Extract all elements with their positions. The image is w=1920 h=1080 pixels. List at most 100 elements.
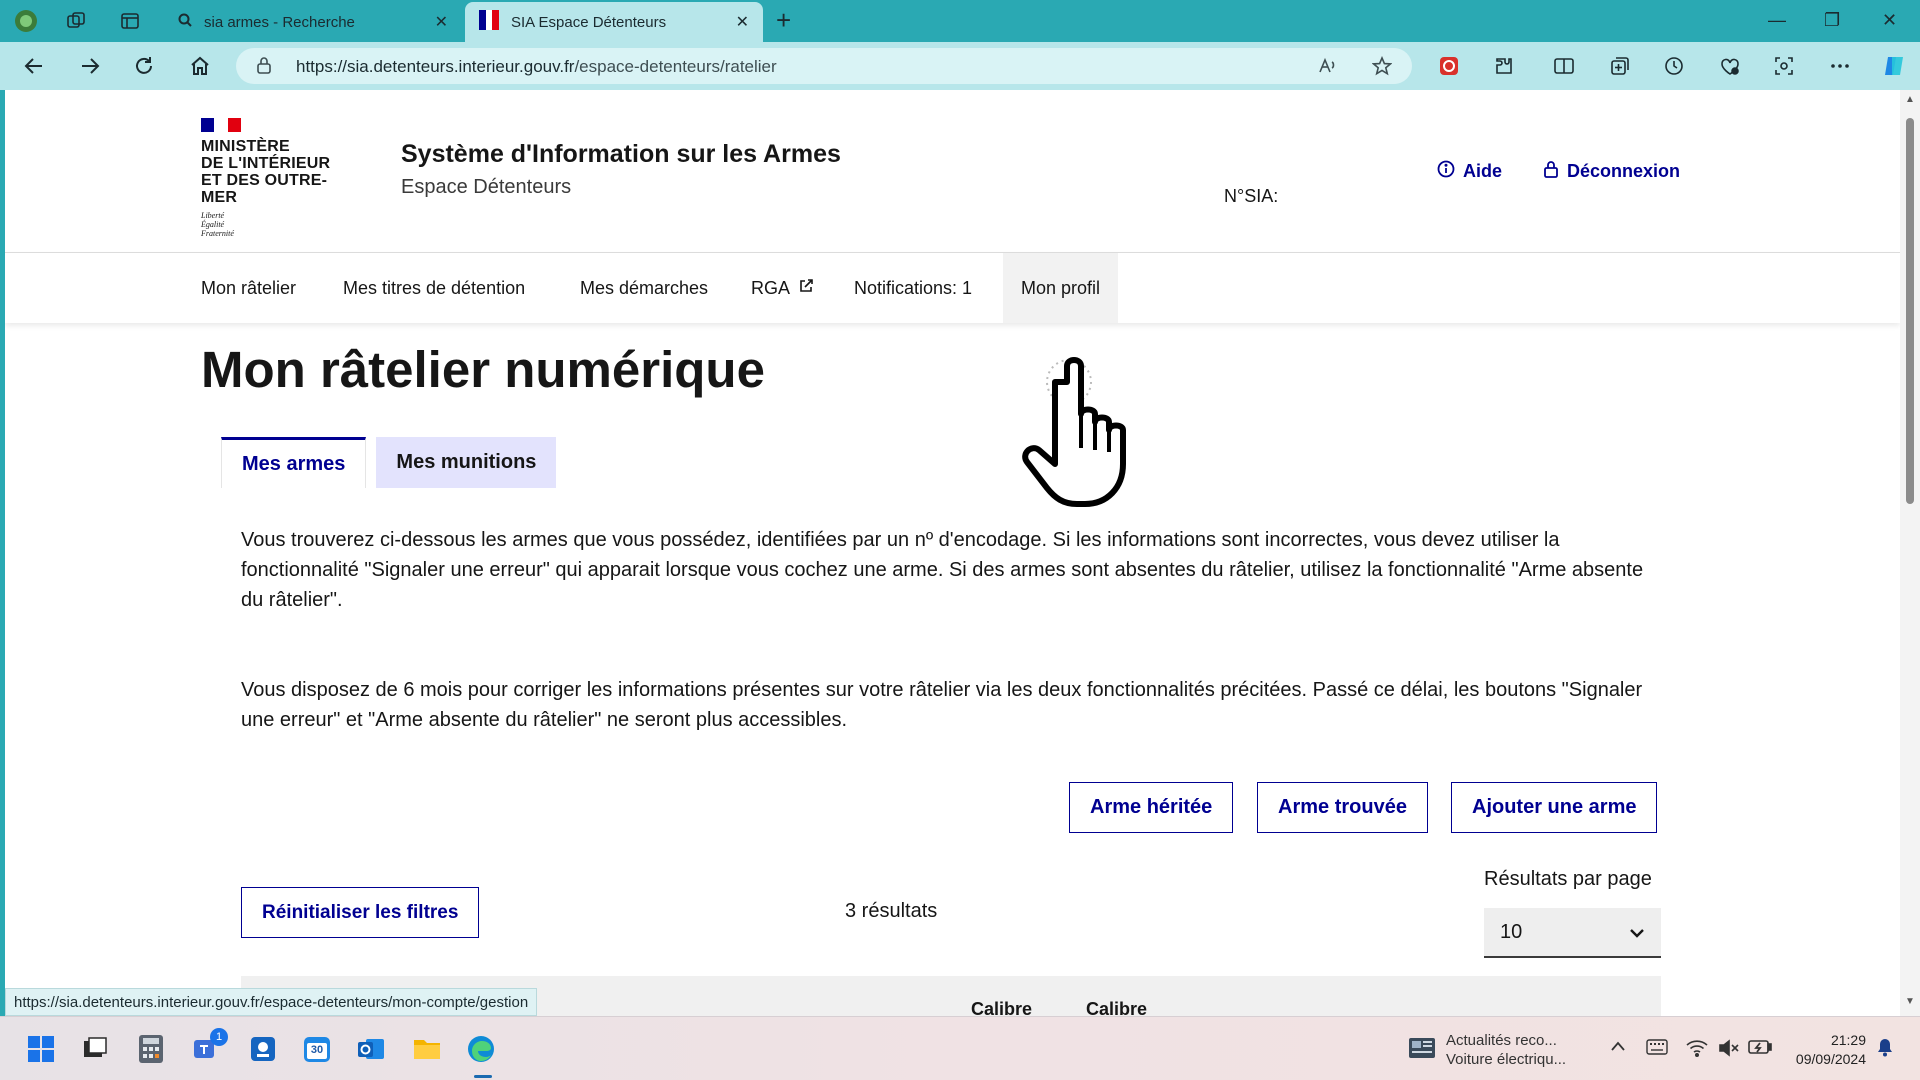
back-icon[interactable]: [20, 52, 48, 80]
show-hidden-icons-chevron-icon[interactable]: [1610, 1039, 1626, 1056]
scroll-up-arrow-icon[interactable]: ▲: [1905, 94, 1915, 105]
refresh-icon[interactable]: [130, 52, 158, 80]
more-options-icon[interactable]: [1826, 52, 1854, 80]
extensions-puzzle-icon[interactable]: [1490, 52, 1518, 80]
photos-app-icon[interactable]: [246, 1032, 280, 1066]
deadline-paragraph: Vous disposez de 6 mois pour corriger le…: [241, 679, 1643, 731]
browser-toolbar: https://sia.detenteurs.interieur.gouv.fr…: [0, 42, 1920, 90]
nav-item-profil[interactable]: Mon profil: [1003, 253, 1119, 323]
scrollbar-thumb[interactable]: [1906, 118, 1914, 504]
site-title[interactable]: Système d'Information sur les Armes: [401, 140, 841, 169]
news-title: Actualités reco...: [1446, 1032, 1557, 1049]
calculator-icon[interactable]: [134, 1032, 168, 1066]
search-icon: [178, 13, 192, 31]
news-widget[interactable]: Actualités reco... Voiture électriqu...: [1408, 1031, 1566, 1069]
chevron-down-icon: [1629, 921, 1645, 944]
volume-muted-icon[interactable]: [1718, 1039, 1740, 1061]
scroll-down-arrow-icon[interactable]: ▼: [1905, 996, 1915, 1007]
browser-tab-search[interactable]: sia armes - Recherche ✕: [164, 2, 462, 42]
calendar-day: 30: [310, 1044, 324, 1056]
link-status-url: https://sia.detenteurs.interieur.gouv.fr…: [5, 988, 538, 1016]
reset-filters-button[interactable]: Réinitialiser les filtres: [241, 887, 480, 938]
content-tabs: Mes armes Mes munitions: [221, 437, 557, 488]
browser-tab-sia[interactable]: SIA Espace Détenteurs ✕: [465, 2, 763, 42]
history-icon[interactable]: [1660, 52, 1688, 80]
edge-browser-icon[interactable]: [464, 1032, 498, 1066]
arme-heritee-button[interactable]: Arme héritée: [1069, 782, 1234, 833]
page-title: Mon râtelier numérique: [201, 341, 765, 398]
close-tab-icon[interactable]: ✕: [736, 12, 749, 32]
per-page-value: 10: [1500, 920, 1523, 943]
forward-icon[interactable]: [76, 52, 104, 80]
split-screen-icon[interactable]: [1550, 52, 1578, 80]
windows-taskbar: 1 30 Actualités reco... Voiture électriq…: [0, 1016, 1920, 1080]
sia-number-label: N°SIA:: [1224, 186, 1279, 206]
nav-item-titres[interactable]: Mes titres de détention: [343, 253, 525, 323]
task-view-icon[interactable]: [78, 1032, 112, 1066]
nav-item-rga[interactable]: RGA: [751, 253, 814, 323]
system-clock[interactable]: 21:29 09/09/2024: [1786, 1031, 1866, 1069]
windows-start-icon[interactable]: [24, 1032, 58, 1066]
extension-shield-icon[interactable]: [1435, 52, 1463, 80]
screenshot-icon[interactable]: [1770, 52, 1798, 80]
minimize-icon[interactable]: —: [1768, 10, 1786, 31]
ajouter-arme-button[interactable]: Ajouter une arme: [1451, 782, 1658, 833]
battery-charging-icon[interactable]: [1748, 1039, 1772, 1059]
info-icon: [1437, 160, 1455, 183]
tab-mes-armes[interactable]: Mes armes: [221, 437, 367, 488]
restore-icon[interactable]: ❐: [1824, 10, 1840, 31]
close-tab-icon[interactable]: ✕: [435, 12, 448, 32]
hand-pointer-cursor-icon: [1022, 357, 1126, 507]
nav-item-ratelier[interactable]: Mon râtelier: [201, 253, 296, 323]
lock-icon[interactable]: [256, 56, 272, 79]
site-subtitle: Espace Détenteurs: [401, 176, 572, 198]
home-icon[interactable]: [186, 52, 214, 80]
wifi-icon[interactable]: [1686, 1039, 1708, 1061]
file-explorer-icon[interactable]: [410, 1032, 444, 1066]
notification-bell-icon[interactable]: [1876, 1037, 1894, 1061]
tab-mes-munitions[interactable]: Mes munitions: [376, 437, 557, 488]
copilot-icon[interactable]: [1880, 52, 1908, 80]
news-subtitle: Voiture électriqu...: [1446, 1051, 1567, 1068]
close-window-icon[interactable]: ✕: [1882, 10, 1897, 31]
external-link-icon: [798, 278, 814, 299]
favorite-star-icon[interactable]: [1371, 55, 1393, 81]
workspaces-icon[interactable]: [64, 9, 88, 33]
column-header-calibre[interactable]: Calibre: [971, 999, 1032, 1016]
nav-item-demarches[interactable]: Mes démarches: [580, 253, 708, 323]
url-path: /espace-detenteurs/ratelier: [574, 57, 777, 76]
republic-motto: Liberté Égalité Fraternité: [201, 211, 234, 238]
profile-avatar-icon[interactable]: [14, 9, 38, 33]
collections-icon[interactable]: [1606, 52, 1634, 80]
nav-item-notifications[interactable]: Notifications: 1: [854, 253, 972, 323]
arme-trouvee-button[interactable]: Arme trouvée: [1257, 782, 1428, 833]
republic-flag-icon: [201, 118, 241, 132]
browser-essentials-icon[interactable]: [1716, 52, 1744, 80]
news-icon: [1408, 1036, 1436, 1065]
teams-chat-icon[interactable]: 1: [190, 1028, 228, 1066]
clock-time: 21:29: [1830, 1032, 1866, 1048]
main-navigation: Mon râtelier Mes titres de détention Mes…: [5, 253, 1900, 323]
tab-actions-icon[interactable]: [118, 9, 142, 33]
read-aloud-icon[interactable]: [1318, 56, 1338, 81]
logout-label: Déconnexion: [1567, 161, 1681, 181]
url-host: https://sia.detenteurs.interieur.gouv.fr: [296, 57, 575, 76]
new-tab-button[interactable]: +: [776, 7, 791, 33]
ministry-logo[interactable]: MINISTÈRE DE L'INTÉRIEUR ET DES OUTRE-ME…: [201, 118, 361, 238]
active-app-indicator: [474, 1075, 492, 1078]
column-header-calibre[interactable]: Calibre: [1086, 999, 1147, 1016]
results-count: 3 résultats: [845, 900, 938, 922]
tab-title: SIA Espace Détenteurs: [511, 13, 667, 31]
page-scrollbar[interactable]: ▲ ▼: [1900, 90, 1920, 1016]
keyboard-icon[interactable]: [1646, 1039, 1668, 1059]
per-page-select[interactable]: 10: [1484, 908, 1661, 958]
address-bar[interactable]: https://sia.detenteurs.interieur.gouv.fr…: [236, 48, 1412, 84]
outlook-icon[interactable]: [354, 1032, 388, 1066]
help-link[interactable]: Aide: [1437, 160, 1502, 183]
browser-tab-bar: sia armes - Recherche ✕ SIA Espace Déten…: [0, 0, 1920, 42]
url-text[interactable]: https://sia.detenteurs.interieur.gouv.fr…: [296, 57, 777, 77]
calendar-icon[interactable]: 30: [300, 1032, 334, 1066]
logout-link[interactable]: Déconnexion: [1543, 160, 1680, 183]
page-viewport: MINISTÈRE DE L'INTÉRIEUR ET DES OUTRE-ME…: [5, 90, 1900, 1016]
clock-date: 09/09/2024: [1795, 1051, 1866, 1067]
